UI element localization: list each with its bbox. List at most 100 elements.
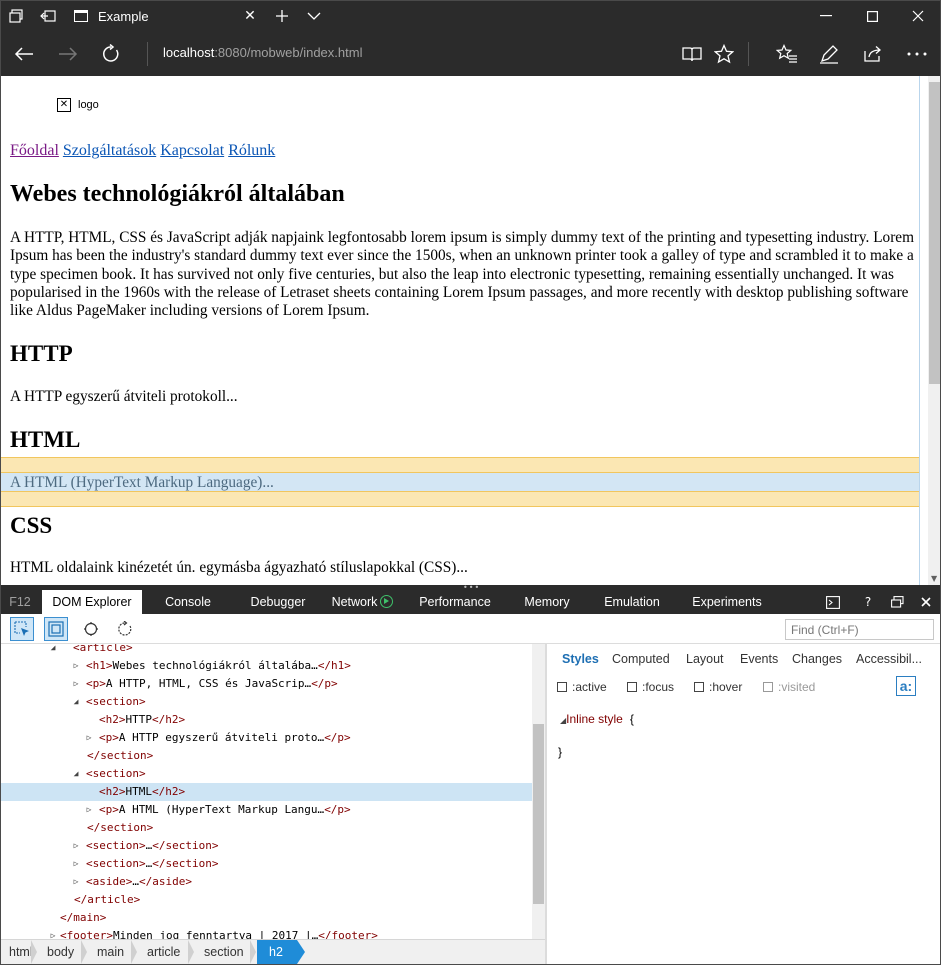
dom-tree-row[interactable]: ◢ <section> xyxy=(0,765,532,783)
tab-debugger[interactable]: Debugger xyxy=(238,590,318,614)
tab-manager-icon[interactable] xyxy=(0,0,32,32)
dom-tree-scrollbar[interactable] xyxy=(532,644,545,939)
select-element-icon[interactable] xyxy=(10,617,34,641)
tab-events[interactable]: Events xyxy=(740,652,778,666)
dom-tree-row[interactable]: ▷ <h1>Webes technológiákról általába…</h1… xyxy=(0,657,532,675)
favorite-star-icon[interactable] xyxy=(702,32,746,76)
dom-tree-row[interactable]: <h2>HTML</h2> xyxy=(0,783,532,801)
url-field[interactable]: localhost:8080/mobweb/index.html xyxy=(163,45,362,60)
dom-tree-row[interactable]: </section> xyxy=(0,819,532,837)
tab-example[interactable]: Example ✕ xyxy=(62,0,266,32)
checkbox-box[interactable] xyxy=(694,682,704,692)
web-note-pen-icon[interactable] xyxy=(807,32,851,76)
more-options-icon[interactable] xyxy=(895,32,939,76)
tab-computed[interactable]: Computed xyxy=(612,652,670,666)
highlight-element-icon[interactable] xyxy=(44,617,68,641)
dom-tree-row[interactable]: </article> xyxy=(0,891,532,909)
expand-triangle-icon[interactable]: ▷ xyxy=(71,837,81,855)
dom-tree-scrollbar-thumb[interactable] xyxy=(533,724,544,904)
page-scrollbar-thumb[interactable] xyxy=(929,82,941,384)
collapse-triangle-icon[interactable]: ◢ xyxy=(71,765,81,783)
checkbox-visited[interactable]: :visited xyxy=(763,680,815,694)
nav-link-contact[interactable]: Kapcsolat xyxy=(160,142,224,159)
tab-performance[interactable]: Performance xyxy=(410,590,500,614)
dom-tree-row[interactable]: ▷ <footer>Minden jog fenntartva | 2017 |…… xyxy=(0,927,532,939)
dom-tree-row[interactable]: </section> xyxy=(0,747,532,765)
dom-node-code: <aside>…</aside> xyxy=(86,875,192,888)
page-scrollbar[interactable]: ▼ xyxy=(928,76,941,585)
tab-memory[interactable]: Memory xyxy=(514,590,580,614)
find-input[interactable]: Find (Ctrl+F) xyxy=(785,619,934,640)
color-picker-icon[interactable] xyxy=(79,617,103,641)
breadcrumb-item-html[interactable]: html xyxy=(9,940,33,965)
tab-experiments[interactable]: Experiments xyxy=(684,590,770,614)
expand-triangle-icon[interactable]: ▷ xyxy=(84,801,94,819)
dom-tree-row[interactable]: <h2>HTTP</h2> xyxy=(0,711,532,729)
expand-triangle-icon[interactable]: ▷ xyxy=(71,855,81,873)
tab-emulation[interactable]: Emulation xyxy=(594,590,670,614)
refresh-icon[interactable] xyxy=(89,32,133,76)
refresh-dom-icon[interactable] xyxy=(113,617,137,641)
help-icon[interactable]: ? xyxy=(854,590,882,614)
minimize-icon[interactable] xyxy=(803,0,849,32)
dom-tree-row[interactable]: ▷ <section>…</section> xyxy=(0,855,532,873)
new-tab-icon[interactable] xyxy=(266,0,298,32)
dom-tree-row[interactable]: ◢ <section> xyxy=(0,693,532,711)
collapse-triangle-icon[interactable]: ◢ xyxy=(48,644,58,657)
breadcrumb-item-h2[interactable]: h2 xyxy=(257,940,297,965)
expand-triangle-icon[interactable]: ▷ xyxy=(71,873,81,891)
tab-dom-explorer[interactable]: DOM Explorer xyxy=(42,590,142,614)
inline-style-rule[interactable]: ◢Inline style{ xyxy=(560,712,634,726)
dom-tree-row[interactable]: ▷ <section>…</section> xyxy=(0,837,532,855)
scroll-down-arrow-icon[interactable]: ▼ xyxy=(931,574,937,583)
favorites-hub-icon[interactable] xyxy=(765,32,809,76)
nav-link-services[interactable]: Szolgáltatások xyxy=(63,142,156,159)
expand-triangle-icon[interactable]: ▷ xyxy=(71,675,81,693)
back-arrow-icon[interactable] xyxy=(2,32,46,76)
breadcrumb-item-article[interactable]: article xyxy=(147,940,180,965)
font-style-toggle-icon[interactable]: a: xyxy=(896,676,916,696)
tab-changes[interactable]: Changes xyxy=(792,652,842,666)
expand-triangle-icon[interactable]: ▷ xyxy=(48,927,58,939)
tab-console[interactable]: Console xyxy=(153,590,223,614)
set-aside-tabs-icon[interactable] xyxy=(32,0,64,32)
close-devtools-icon[interactable] xyxy=(912,590,940,614)
console-toggle-icon[interactable] xyxy=(819,590,847,614)
tab-accessibility[interactable]: Accessibil... xyxy=(856,652,922,666)
inspector-margin-highlight-bottom xyxy=(1,491,919,507)
checkbox-active[interactable]: :active xyxy=(557,680,607,694)
checkbox-box[interactable] xyxy=(763,682,773,692)
checkbox-box[interactable] xyxy=(557,682,567,692)
nav-link-home[interactable]: Főoldal xyxy=(10,142,59,159)
breadcrumb-item-body[interactable]: body xyxy=(47,940,74,965)
checkbox-box[interactable] xyxy=(627,682,637,692)
checkbox-focus[interactable]: :focus xyxy=(627,680,674,694)
share-icon[interactable] xyxy=(851,32,895,76)
tab-preview-chevron-icon[interactable] xyxy=(298,0,330,32)
forward-arrow-icon[interactable] xyxy=(46,32,90,76)
breadcrumb-item-section[interactable]: section xyxy=(204,940,244,965)
section-text-css: HTML oldalaink kinézetét ún. egymásba ág… xyxy=(10,559,468,576)
close-window-icon[interactable] xyxy=(895,0,941,32)
tab-network[interactable]: Network xyxy=(325,590,400,614)
close-tab-icon[interactable]: ✕ xyxy=(242,8,258,24)
checkbox-hover[interactable]: :hover xyxy=(694,680,742,694)
dom-tree-row[interactable]: ▷ <p>A HTTP, HTML, CSS és JavaScrip…</p> xyxy=(0,675,532,693)
dom-tree-row[interactable]: ▷ <aside>…</aside> xyxy=(0,873,532,891)
collapse-triangle-icon[interactable]: ◢ xyxy=(71,693,81,711)
expand-triangle-icon[interactable]: ▷ xyxy=(84,729,94,747)
dom-node-code: <h2>HTTP</h2> xyxy=(99,713,186,726)
dom-node-code: <p>A HTTP egyszerű átviteli proto…</p> xyxy=(99,731,351,744)
dom-tree-row[interactable]: ▷ <p>A HTTP egyszerű átviteli proto…</p> xyxy=(0,729,532,747)
undock-icon[interactable] xyxy=(883,590,911,614)
dom-tree-row[interactable]: ◢ <article> xyxy=(0,644,532,657)
maximize-icon[interactable] xyxy=(849,0,895,32)
expand-triangle-icon[interactable]: ▷ xyxy=(71,657,81,675)
dom-tree-row[interactable]: </main> xyxy=(0,909,532,927)
tab-layout[interactable]: Layout xyxy=(686,652,724,666)
breadcrumb-item-main[interactable]: main xyxy=(97,940,124,965)
tab-styles[interactable]: Styles xyxy=(562,652,599,666)
dom-tree-row[interactable]: ▷ <p>A HTML (HyperText Markup Langu…</p> xyxy=(0,801,532,819)
section-heading-css: CSS xyxy=(10,513,53,538)
nav-link-about[interactable]: Rólunk xyxy=(228,142,275,159)
